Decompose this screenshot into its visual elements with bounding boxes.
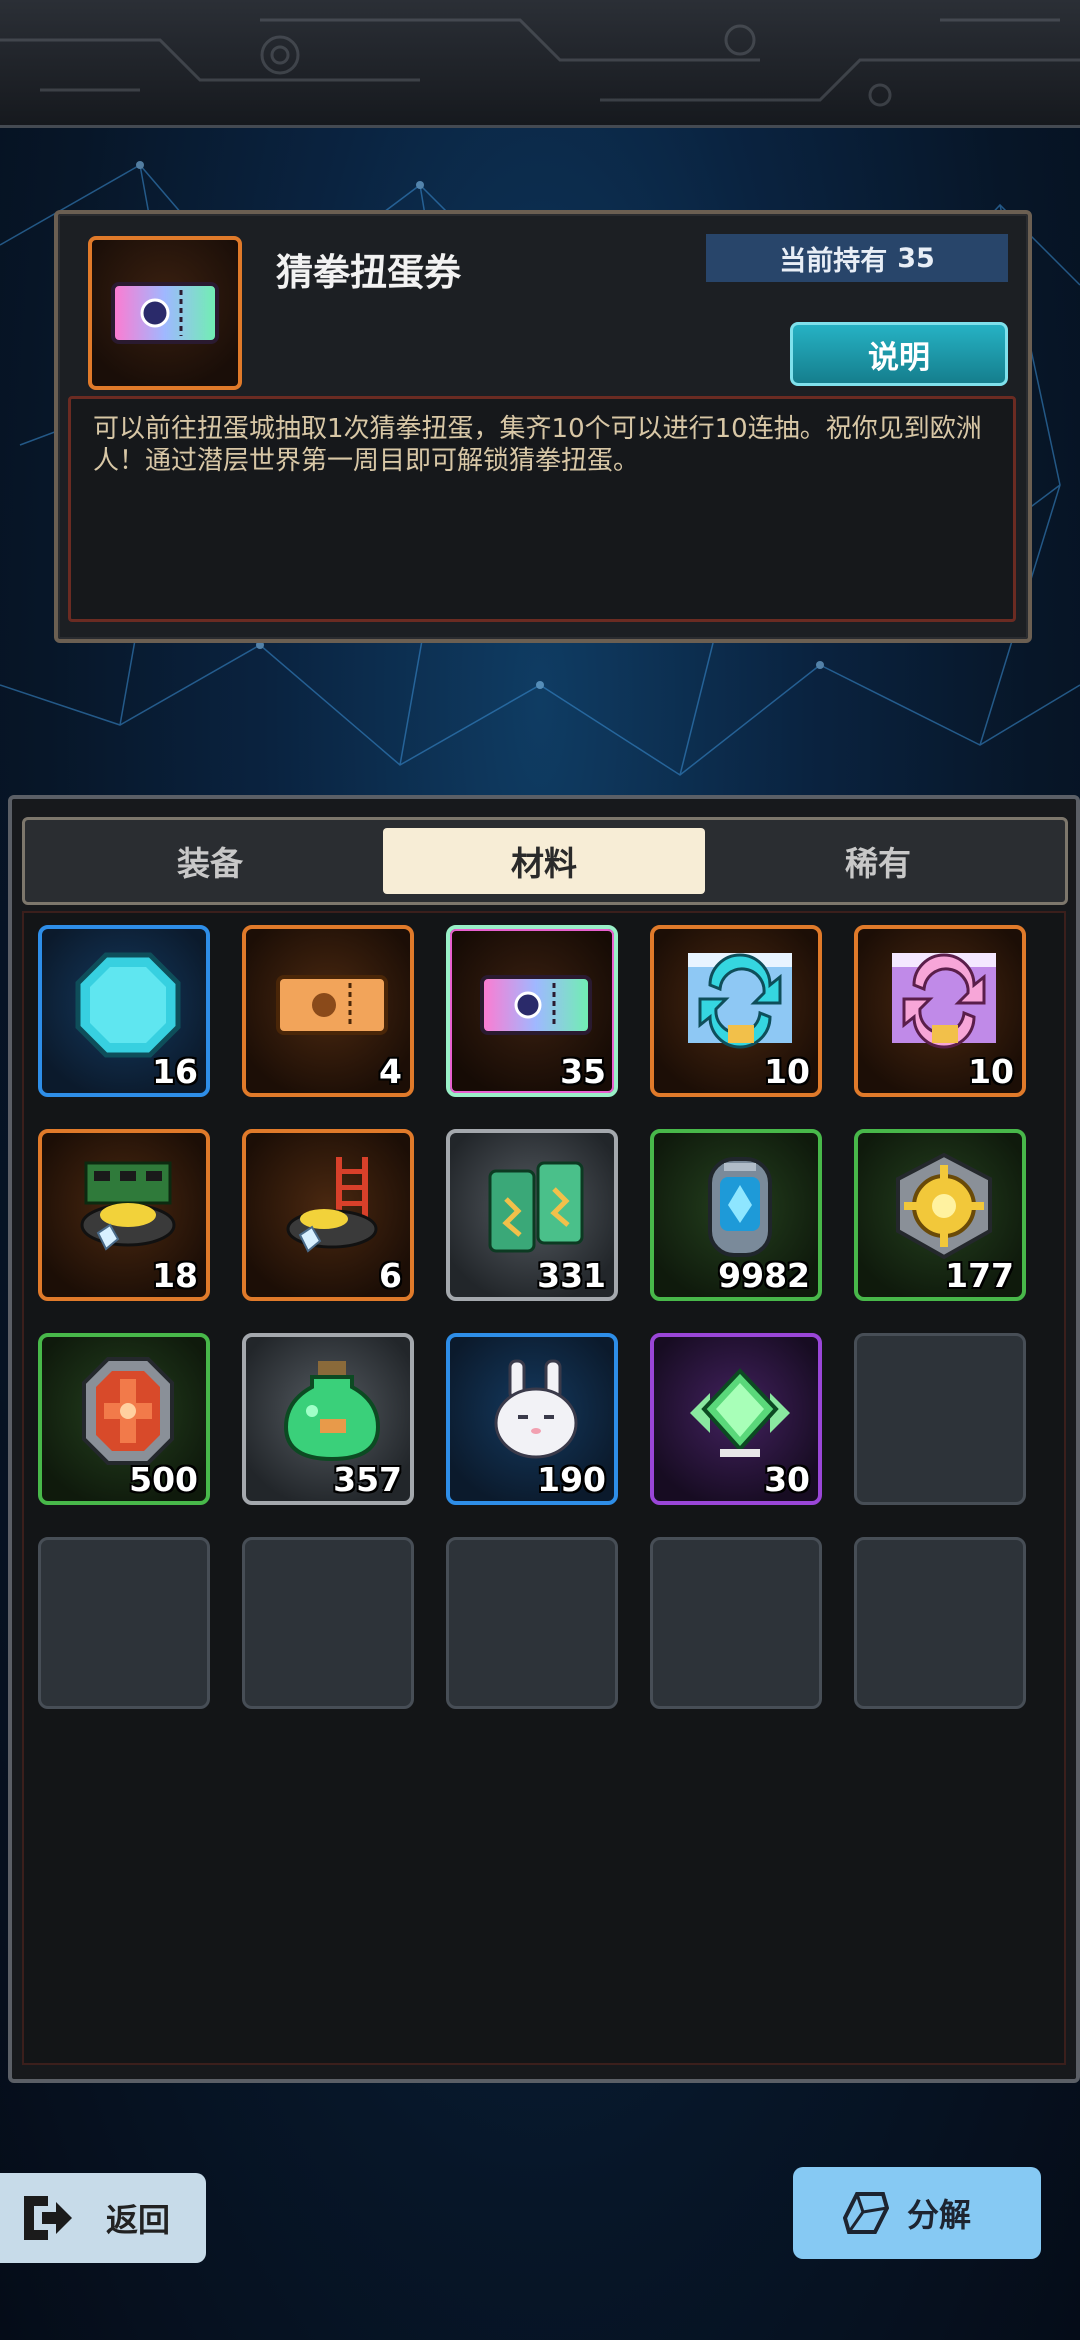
inventory-slot[interactable]: 30 xyxy=(650,1333,822,1505)
inventory-slot[interactable]: 10 xyxy=(854,925,1026,1097)
inventory-slot[interactable]: 10 xyxy=(650,925,822,1097)
cyan-gem-icon xyxy=(75,952,181,1058)
item-info-panel: 猜拳扭蛋券 当前持有 35 说明 可以前往扭蛋城抽取1次猜拳扭蛋，集齐10个可以… xyxy=(54,210,1032,643)
hold-count: 35 xyxy=(897,242,935,274)
item-description: 可以前往扭蛋城抽取1次猜拳扭蛋，集齐10个可以进行10连抽。祝你见到欧洲人！通过… xyxy=(93,414,982,476)
battery-pack-icon xyxy=(488,1161,584,1253)
item-count: 10 xyxy=(764,1052,810,1091)
empty-slot[interactable] xyxy=(38,1537,210,1709)
inventory-slot[interactable]: 16 xyxy=(38,925,210,1097)
empty-slot[interactable] xyxy=(446,1537,618,1709)
item-count: 331 xyxy=(537,1256,606,1295)
rainbow-ticket-icon xyxy=(111,282,219,344)
inventory-slot[interactable]: 331 xyxy=(446,1129,618,1301)
exit-arrow-icon xyxy=(24,2196,72,2240)
item-count: 357 xyxy=(333,1460,402,1499)
inventory-slot[interactable]: 177 xyxy=(854,1129,1026,1301)
red-reactor-core-icon xyxy=(82,1357,174,1465)
item-count: 16 xyxy=(152,1052,198,1091)
empty-slot[interactable] xyxy=(854,1537,1026,1709)
empty-slot[interactable] xyxy=(650,1537,822,1709)
hold-count-badge: 当前持有 35 xyxy=(706,234,1008,282)
selected-item-icon xyxy=(88,236,242,390)
item-count: 190 xyxy=(537,1460,606,1499)
item-count: 35 xyxy=(560,1052,606,1091)
inventory-slot[interactable]: 357 xyxy=(242,1333,414,1505)
inventory-slot-selected[interactable]: 35 xyxy=(446,925,618,1097)
tab-rare[interactable]: 稀有 xyxy=(717,828,1039,894)
ladder-pot-icon xyxy=(286,1157,378,1253)
circuit-decoration xyxy=(0,18,1080,107)
description-box: 可以前往扭蛋城抽取1次猜拳扭蛋，集齐10个可以进行10连抽。祝你见到欧洲人！通过… xyxy=(68,396,1016,622)
dismantle-cube-icon xyxy=(843,2192,889,2234)
back-label: 返回 xyxy=(106,2201,171,2239)
hold-label: 当前持有 xyxy=(779,245,888,277)
pink-cycle-ticket-icon xyxy=(892,953,996,1049)
empty-slot[interactable] xyxy=(854,1333,1026,1505)
dismantle-label: 分解 xyxy=(907,2196,972,2234)
tab-equipment[interactable]: 装备 xyxy=(49,828,371,894)
inventory-slot[interactable]: 4 xyxy=(242,925,414,1097)
item-count: 18 xyxy=(152,1256,198,1295)
explain-button[interactable]: 说明 xyxy=(790,322,1008,386)
circuit-board-pot-icon xyxy=(80,1161,176,1251)
inventory-grid: 16 4 35 10 10 18 6 331 9982 177 500 357 … xyxy=(22,911,1066,2065)
inventory-slot[interactable]: 190 xyxy=(446,1333,618,1505)
inventory-slot[interactable]: 18 xyxy=(38,1129,210,1301)
item-count: 30 xyxy=(764,1460,810,1499)
item-count: 500 xyxy=(129,1460,198,1499)
category-tabs: 装备 材料 稀有 xyxy=(22,817,1068,905)
green-diamond-emblem-icon xyxy=(690,1368,790,1457)
rainbow-ticket-icon xyxy=(480,975,592,1035)
empty-slot[interactable] xyxy=(242,1537,414,1709)
orange-ticket-icon xyxy=(276,975,388,1035)
inventory-panel: 装备 材料 稀有 16 4 35 10 10 18 6 331 9982 177… xyxy=(8,795,1080,2083)
back-button[interactable]: 返回 xyxy=(0,2173,206,2263)
blue-cycle-ticket-icon xyxy=(688,953,792,1049)
tab-materials[interactable]: 材料 xyxy=(383,828,705,894)
top-header-bar xyxy=(0,0,1080,128)
item-count: 177 xyxy=(945,1256,1014,1295)
blue-crystal-capsule-icon xyxy=(708,1157,772,1257)
gold-gear-core-icon xyxy=(896,1152,992,1260)
item-count: 10 xyxy=(968,1052,1014,1091)
inventory-slot[interactable]: 500 xyxy=(38,1333,210,1505)
inventory-slot[interactable]: 9982 xyxy=(650,1129,822,1301)
inventory-slot[interactable]: 6 xyxy=(242,1129,414,1301)
green-potion-jar-icon xyxy=(283,1361,381,1462)
dismantle-button[interactable]: 分解 xyxy=(793,2167,1041,2259)
item-count: 4 xyxy=(379,1052,402,1091)
white-rabbit-icon xyxy=(494,1359,578,1459)
item-count: 6 xyxy=(379,1256,402,1295)
item-name: 猜拳扭蛋券 xyxy=(276,251,461,294)
item-count: 9982 xyxy=(718,1256,810,1295)
